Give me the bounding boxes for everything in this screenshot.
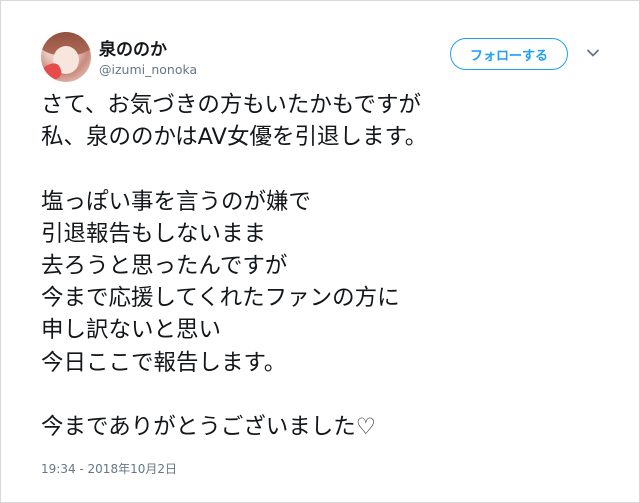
- follow-button[interactable]: フォローする: [450, 38, 568, 70]
- tweet-timestamp[interactable]: 19:34 - 2018年10月2日: [41, 460, 177, 477]
- display-name[interactable]: 泉ののか: [99, 35, 167, 60]
- user-handle[interactable]: @izumi_nonoka: [99, 62, 197, 77]
- tweet-text: さて、お気づきの方もいたかもですが 私、泉ののかはAV女優を引退します。 塩っぽ…: [41, 92, 428, 441]
- tweet-card: 泉ののか @izumi_nonoka フォローする さて、お気づきの方もいたかも…: [0, 0, 640, 503]
- avatar[interactable]: [41, 32, 91, 82]
- chevron-down-icon[interactable]: [586, 46, 600, 60]
